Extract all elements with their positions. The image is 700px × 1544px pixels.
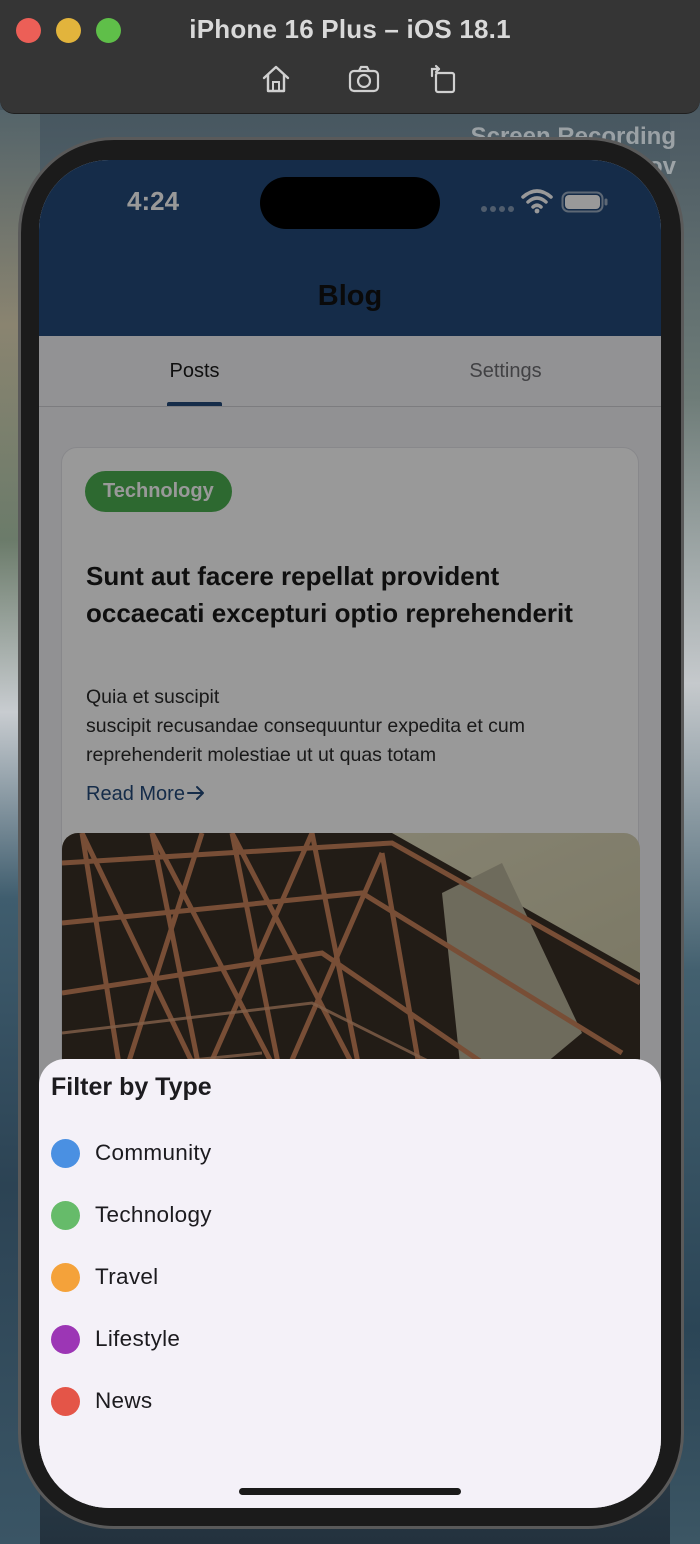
filter-option-label: Travel: [95, 1264, 159, 1289]
filter-sheet-title: Filter by Type: [51, 1073, 212, 1101]
screenshot-icon[interactable]: [347, 62, 381, 96]
color-dot: [51, 1325, 80, 1354]
filter-option-label: Lifestyle: [95, 1326, 181, 1351]
filter-option-news[interactable]: News: [39, 1370, 661, 1432]
filter-option-lifestyle[interactable]: Lifestyle: [39, 1308, 661, 1370]
rotate-icon[interactable]: [426, 62, 460, 96]
phone-screen: 4:24 Blog Posts Settings Technology Sunt…: [39, 160, 661, 1508]
color-dot: [51, 1387, 80, 1416]
color-dot: [51, 1139, 80, 1168]
filter-option-technology[interactable]: Technology: [39, 1184, 661, 1246]
filter-option-label: News: [95, 1388, 153, 1413]
filter-option-travel[interactable]: Travel: [39, 1246, 661, 1308]
filter-option-label: Technology: [95, 1202, 212, 1227]
simulator-titlebar: iPhone 16 Plus – iOS 18.1: [0, 0, 700, 114]
filter-option-label: Community: [95, 1140, 212, 1165]
color-dot: [51, 1263, 80, 1292]
color-dot: [51, 1201, 80, 1230]
simulator-title: iPhone 16 Plus – iOS 18.1: [189, 14, 511, 44]
filter-option-community[interactable]: Community: [39, 1122, 661, 1184]
home-icon[interactable]: [259, 62, 293, 96]
home-indicator[interactable]: [239, 1488, 461, 1495]
filter-bottom-sheet: Filter by Type Community Technology Trav…: [39, 1059, 661, 1508]
